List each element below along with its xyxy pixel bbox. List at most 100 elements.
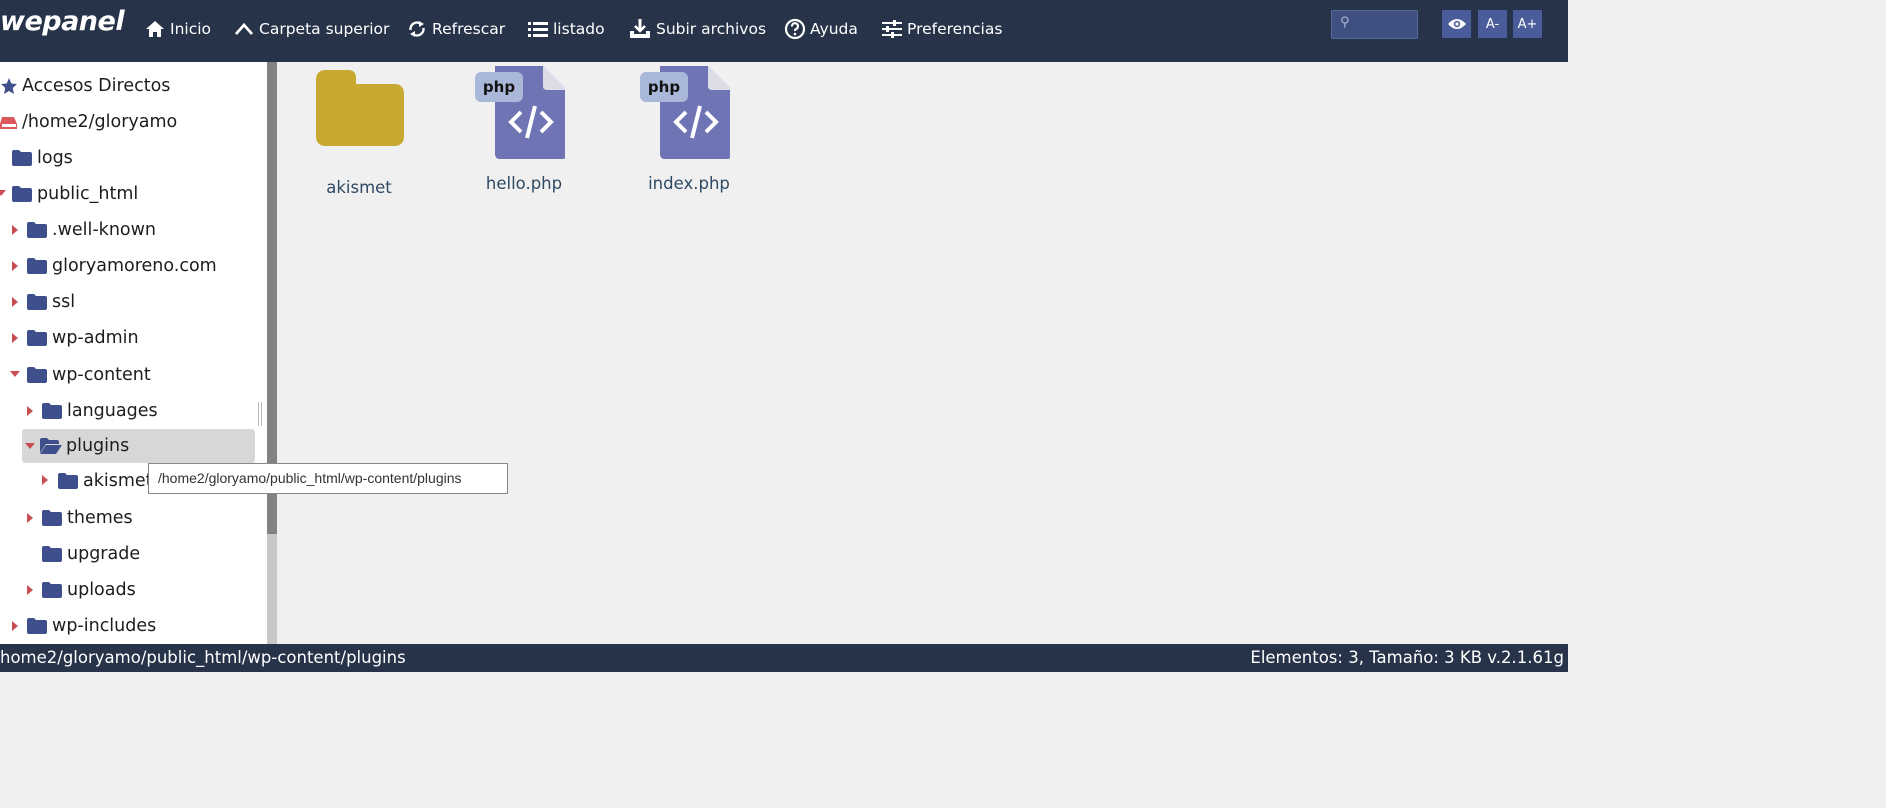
expand-arrow-icon[interactable]: [27, 406, 33, 416]
search-icon: ⚲: [1340, 15, 1350, 30]
font-decrease-button[interactable]: A-: [1478, 10, 1507, 38]
tree-item-label: akismet: [83, 471, 153, 491]
font-increase-button[interactable]: A+: [1513, 10, 1542, 38]
tree-item-label: languages: [67, 401, 158, 421]
tree-item-wp-admin[interactable]: wp-admin: [27, 323, 139, 353]
expand-arrow-icon[interactable]: [42, 475, 48, 485]
tree-item-uploads[interactable]: uploads: [42, 575, 136, 605]
collapse-arrow-icon[interactable]: [10, 371, 20, 377]
tree-item-label: themes: [67, 508, 133, 528]
tree-item-plugins[interactable]: plugins: [22, 429, 255, 463]
collapse-arrow-icon[interactable]: [0, 190, 6, 196]
star-icon: [1, 78, 17, 94]
help-icon: [784, 18, 806, 40]
tree-item-gloryamoreno[interactable]: gloryamoreno.com: [27, 251, 217, 281]
list-view-label: listado: [553, 20, 605, 38]
tree-shortcuts[interactable]: Accesos Directos: [0, 71, 170, 101]
tree-item-label: wp-admin: [52, 328, 139, 348]
expand-arrow-icon[interactable]: [12, 297, 18, 307]
refresh-button[interactable]: Refrescar: [406, 18, 505, 40]
tree-item-languages[interactable]: languages: [42, 396, 158, 426]
folder-icon: [316, 70, 404, 146]
upload-icon: [630, 19, 650, 38]
sidebar-scrollbar-lower[interactable]: [267, 534, 277, 644]
tree-item-label: plugins: [66, 436, 130, 456]
folder-icon: [42, 510, 62, 526]
folder-icon: [27, 294, 47, 310]
expand-arrow-icon[interactable]: [27, 585, 33, 595]
folder-icon: [27, 258, 47, 274]
folder-icon: [42, 403, 62, 419]
tree-item-ssl[interactable]: ssl: [27, 287, 75, 317]
home-icon: [146, 21, 164, 37]
expand-arrow-icon[interactable]: [12, 261, 18, 271]
logo: wepanel: [0, 6, 125, 37]
tree-item-label: ssl: [52, 292, 76, 312]
help-button[interactable]: Ayuda: [784, 18, 858, 40]
expand-arrow-icon[interactable]: [12, 333, 18, 343]
tree-item-label: .well-known: [52, 220, 157, 240]
drive-icon: [0, 117, 17, 129]
resize-grip[interactable]: [258, 402, 262, 426]
folder-icon: [27, 330, 47, 346]
eye-icon: [1447, 19, 1466, 29]
file-item-akismet[interactable]: akismet: [304, 70, 414, 200]
tree-item-label: wp-content: [52, 365, 151, 385]
list-icon: [528, 22, 548, 37]
tree-item-well-known[interactable]: .well-known: [27, 215, 156, 245]
expand-arrow-icon[interactable]: [12, 225, 18, 235]
tree-item-label: logs: [37, 148, 73, 168]
preferences-label: Preferencias: [907, 20, 1003, 38]
folder-icon: [12, 186, 32, 202]
parent-folder-button[interactable]: Carpeta superior: [233, 18, 389, 40]
tree-item-themes[interactable]: themes: [42, 503, 133, 533]
tree-item-upgrade[interactable]: upgrade: [42, 539, 140, 569]
status-summary: Elementos: 3, Tamaño: 3 KB v.2.1.61g: [1250, 648, 1564, 667]
folder-icon: [58, 473, 78, 489]
tree-item-label: gloryamoreno.com: [52, 256, 217, 276]
top-toolbar: wepanel Inicio Carpeta superior Refresca…: [0, 0, 1568, 62]
home-label: Inicio: [170, 20, 212, 38]
php-badge: php: [475, 72, 523, 102]
folder-icon: [42, 582, 62, 598]
refresh-label: Refrescar: [432, 20, 506, 38]
php-badge: php: [640, 72, 688, 102]
current-path: home2/gloryamo/public_html/wp-content/pl…: [0, 648, 406, 667]
file-name: hello.php: [485, 174, 563, 193]
sliders-icon: [882, 20, 902, 38]
expand-arrow-icon[interactable]: [12, 621, 18, 631]
help-label: Ayuda: [810, 20, 858, 38]
tree-shortcuts-label: Accesos Directos: [22, 76, 171, 96]
preferences-button[interactable]: Preferencias: [881, 18, 1002, 40]
upload-files-button[interactable]: Subir archivos: [628, 18, 766, 40]
parent-folder-label: Carpeta superior: [259, 20, 390, 38]
list-view-button[interactable]: listado: [527, 18, 605, 40]
chevron-up-icon: [234, 22, 254, 35]
folder-icon: [27, 618, 47, 634]
folder-icon: [27, 222, 47, 238]
folder-icon: [12, 150, 32, 166]
tree-item-public-html[interactable]: public_html: [12, 179, 138, 209]
tree-item-label: public_html: [37, 184, 139, 204]
toggle-view-button[interactable]: [1442, 10, 1471, 38]
file-item-hello-php[interactable]: php hello.php: [469, 66, 579, 200]
folder-open-icon: [40, 438, 62, 454]
path-tooltip: /home2/gloryamo/public_html/wp-content/p…: [148, 463, 508, 494]
tree-item-wp-content[interactable]: wp-content: [27, 360, 151, 390]
home-button[interactable]: Inicio: [144, 18, 211, 40]
tree-item-label: upgrade: [67, 544, 141, 564]
expand-arrow-icon[interactable]: [27, 513, 33, 523]
tree-item-wp-includes[interactable]: wp-includes: [27, 611, 156, 641]
file-item-index-php[interactable]: php index.php: [634, 66, 744, 200]
tree-item-label: uploads: [67, 580, 136, 600]
tree-item-logs[interactable]: logs: [12, 143, 73, 173]
folder-tree: Accesos Directos /home2/gloryamo logs pu…: [0, 62, 267, 644]
refresh-icon: [409, 21, 425, 37]
tree-root[interactable]: /home2/gloryamo: [0, 107, 177, 137]
status-bar: home2/gloryamo/public_html/wp-content/pl…: [0, 644, 1568, 672]
file-view: akismet php hello.php php index.php: [277, 62, 1568, 644]
collapse-arrow-icon[interactable]: [25, 443, 35, 449]
upload-files-label: Subir archivos: [656, 20, 767, 38]
tree-item-akismet[interactable]: akismet: [58, 466, 153, 496]
folder-icon: [42, 546, 62, 562]
